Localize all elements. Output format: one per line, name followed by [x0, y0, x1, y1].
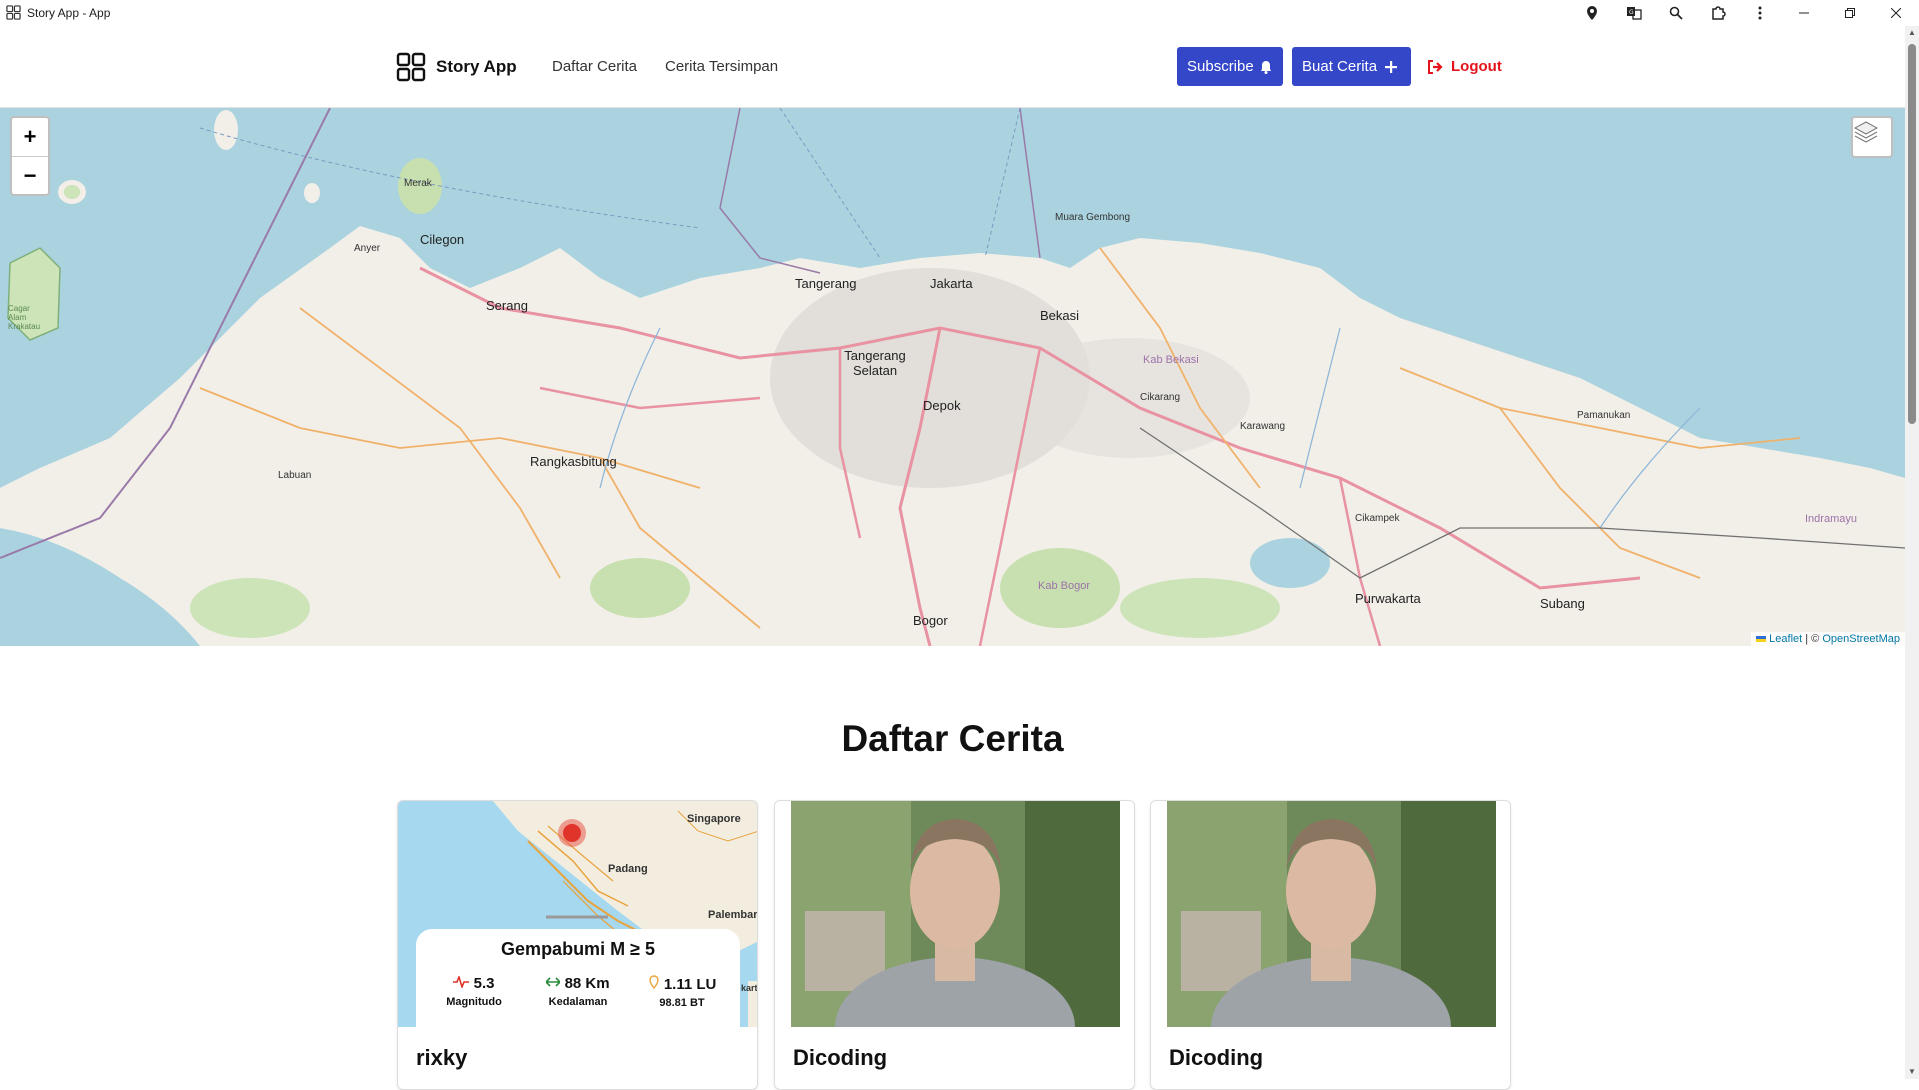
brand-name: Story App [436, 57, 517, 76]
quake-magnitude-label: Magnitudo [446, 996, 502, 1008]
quake-title: Gempabumi M ≥ 5 [501, 939, 655, 959]
map-attribution: Leaflet | © OpenStreetMap [1751, 632, 1905, 646]
extensions-icon[interactable] [1697, 0, 1739, 26]
person-photo-image [775, 801, 1134, 1027]
map-label-cikarang: Cikarang [1140, 392, 1181, 403]
map-label-muara-gembong: Muara Gembong [1055, 212, 1131, 223]
depth-arrows-icon [545, 977, 562, 987]
ukraine-flag-icon [1756, 636, 1767, 642]
leaflet-link[interactable]: Leaflet [1769, 633, 1802, 645]
quake-magnitude: 5.3 Magnitudo [424, 974, 524, 1008]
more-options-icon[interactable] [1739, 0, 1781, 26]
logout-label: Logout [1451, 58, 1502, 75]
minimize-icon[interactable] [1781, 0, 1827, 26]
story-title: rixky [416, 1045, 468, 1070]
bell-icon [1260, 60, 1271, 74]
app-grid-icon [6, 5, 21, 20]
map-label-rangkasbitung: Rangkasbitung [530, 454, 617, 469]
story-image [1151, 801, 1510, 1027]
map-label-anyer: Anyer [354, 243, 381, 254]
pulse-icon [453, 974, 470, 990]
map-label-purwakarta: Purwakarta [1355, 591, 1421, 606]
svg-text:G: G [1629, 9, 1634, 16]
map-label-kab-bekasi: Kab Bekasi [1143, 354, 1199, 366]
story-title: Dicoding [793, 1045, 888, 1070]
quake-magnitude-value: 5.3 [473, 975, 495, 992]
quake-depth-value: 88 Km [564, 975, 610, 992]
subscribe-label: Subscribe [1187, 58, 1254, 75]
layers-button[interactable] [1851, 116, 1893, 158]
map-label-depok: Depok [923, 398, 961, 413]
map-label-kab-bogor: Kab Bogor [1038, 580, 1090, 592]
story-image [775, 801, 1134, 1027]
quake-depth: 88 Km Kedalaman [528, 975, 628, 1008]
section-title: Daftar Cerita [841, 718, 1064, 759]
zoom-control: + − [10, 116, 50, 196]
story-image: Singapore Padang Palembar kart Gempabumi… [398, 801, 757, 1027]
quake-location-sub: 98.81 BT [659, 997, 705, 1009]
page-scrollbar[interactable]: ▲ ▼ [1905, 26, 1919, 1079]
map-label-cikampek: Cikampek [1355, 513, 1400, 524]
map-label-indramayu: Indramayu [1805, 513, 1857, 525]
map-label-tangerang: Tangerang [795, 276, 857, 291]
nav-link-daftar-cerita[interactable]: Daftar Cerita [552, 58, 637, 75]
story-card[interactable]: Singapore Padang Palembar kart Gempabumi… [397, 800, 758, 1090]
close-icon[interactable] [1873, 0, 1919, 26]
create-story-label: Buat Cerita [1302, 58, 1378, 75]
map-label-bogor: Bogor [913, 613, 948, 628]
location-pin-icon [648, 975, 659, 990]
window-titlebar: Story App - App G [0, 0, 1919, 26]
zoom-out-button[interactable]: − [12, 156, 48, 194]
map-label-bekasi: Bekasi [1040, 308, 1080, 323]
map-label-subang: Subang [1540, 596, 1585, 611]
subscribe-button[interactable]: Subscribe [1177, 47, 1283, 86]
map-label-labuan: Labuan [278, 470, 312, 481]
layers-icon [1853, 121, 1879, 143]
translate-icon[interactable]: G [1613, 0, 1655, 26]
quake-map-label-palembang: Palembar [708, 909, 757, 921]
scroll-up-icon[interactable]: ▲ [1907, 28, 1917, 38]
location-icon[interactable] [1571, 0, 1613, 26]
map-label-cagar-alam: Cagar Alam Krakatau [8, 304, 41, 331]
quake-map-label-singapore: Singapore [687, 813, 741, 825]
quake-location-value: 1.11 LU [663, 976, 717, 993]
story-card[interactable]: Dicoding [1150, 800, 1511, 1090]
quake-map-label-padang: Padang [608, 863, 648, 875]
restore-icon[interactable] [1827, 0, 1873, 26]
map-label-merak: Merak [404, 178, 432, 189]
nav-link-cerita-tersimpan[interactable]: Cerita Tersimpan [665, 58, 778, 75]
story-map[interactable]: Jakarta Tangerang Tangerang Selatan Beka… [0, 108, 1905, 646]
map-label-pamanukan: Pamanukan [1577, 410, 1631, 421]
map-tiles [0, 108, 1905, 646]
brand-grid-icon [396, 52, 426, 82]
map-label-cilegon: Cilegon [420, 232, 465, 247]
quake-location: 1.11 LU 98.81 BT [632, 975, 732, 1009]
plus-icon [1385, 60, 1398, 73]
quake-info-panel: Gempabumi M ≥ 5 5.3 Magnitudo 88 Km Keda… [416, 929, 740, 1027]
attribution-separator: | © [1802, 633, 1823, 645]
map-label-serang: Serang [486, 298, 528, 313]
scroll-down-icon[interactable]: ▼ [1907, 1067, 1917, 1077]
map-label-tangerang-selatan: Tangerang Selatan [844, 348, 906, 378]
person-photo-image [1151, 801, 1510, 1027]
logout-icon [1428, 59, 1443, 74]
scroll-thumb[interactable] [1908, 44, 1916, 424]
quake-map-label-kart: kart [741, 983, 757, 993]
story-card[interactable]: Dicoding [774, 800, 1135, 1090]
brand[interactable]: Story App [396, 52, 517, 82]
window-title: Story App - App [27, 6, 111, 20]
map-label-jakarta: Jakarta [930, 276, 973, 291]
logout-button[interactable]: Logout [1427, 58, 1502, 75]
osm-link[interactable]: OpenStreetMap [1822, 633, 1900, 645]
zoom-icon[interactable] [1655, 0, 1697, 26]
quake-depth-label: Kedalaman [548, 996, 608, 1008]
story-title: Dicoding [1169, 1045, 1264, 1070]
create-story-button[interactable]: Buat Cerita [1292, 47, 1411, 86]
app-navbar: Story App Daftar Cerita Cerita Tersimpan… [0, 26, 1905, 108]
zoom-in-button[interactable]: + [12, 118, 48, 156]
map-label-karawang: Karawang [1240, 421, 1286, 432]
